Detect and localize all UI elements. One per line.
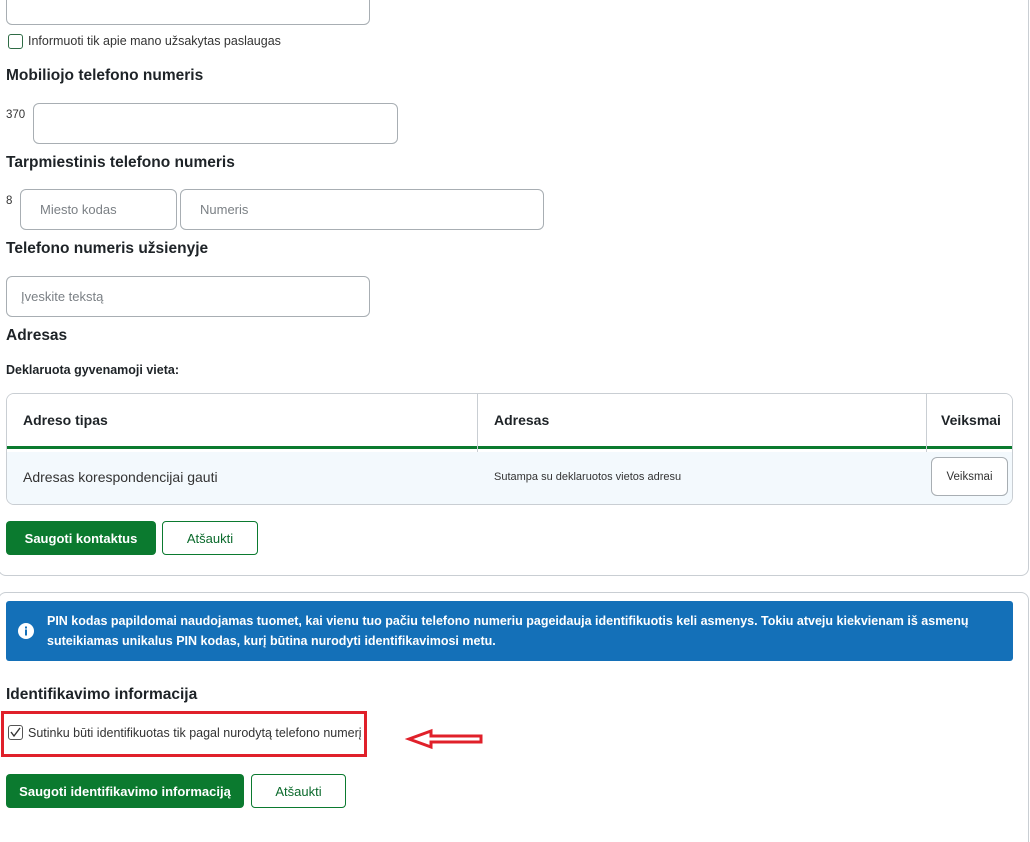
info-icon — [18, 623, 34, 639]
abroad-phone-input[interactable]: Įveskite tekstą — [6, 276, 370, 317]
checkmark-icon — [10, 727, 21, 738]
column-header-address: Adresas — [494, 412, 550, 428]
identification-consent-label: Sutinku būti identifikuotas tik pagal nu… — [28, 726, 362, 740]
declared-address-label: Deklaruota gyvenamoji vieta: — [6, 363, 179, 377]
identification-consent-checkbox[interactable] — [8, 725, 23, 740]
intercity-number-input[interactable]: Numeris — [180, 189, 544, 230]
mobile-phone-input[interactable] — [33, 103, 398, 144]
cancel-identification-button[interactable]: Atšaukti — [251, 774, 346, 808]
intercity-prefix: 8 — [6, 195, 13, 207]
notify-only-ordered-checkbox[interactable] — [8, 34, 23, 49]
save-contacts-button[interactable]: Saugoti kontaktus — [6, 521, 156, 555]
address-heading: Adresas — [6, 327, 68, 344]
city-code-input[interactable]: Miesto kodas — [20, 189, 177, 230]
mobile-phone-heading: Mobiliojo telefono numeris — [6, 67, 204, 84]
notify-only-ordered-label: Informuoti tik apie mano užsakytas pasla… — [28, 34, 281, 48]
row-actions-button[interactable]: Veiksmai — [931, 457, 1008, 496]
pin-info-alert: PIN kodas papildomai naudojamas tuomet, … — [6, 601, 1013, 661]
save-identification-button[interactable]: Saugoti identifikavimo informaciją — [6, 774, 244, 808]
abroad-phone-heading: Telefono numeris užsienyje — [6, 240, 209, 257]
intercity-phone-heading: Tarpmiestinis telefono numeris — [6, 154, 235, 171]
column-header-address-type: Adreso tipas — [23, 412, 108, 428]
mobile-prefix: 370 — [6, 109, 26, 121]
address-table: Adreso tipas Adresas Veiksmai Adresas ko… — [6, 393, 1013, 505]
row-address: Sutampa su deklaruotos vietos adresu — [494, 471, 682, 483]
row-address-type: Adresas korespondencijai gauti — [23, 469, 218, 485]
identification-heading: Identifikavimo informacija — [6, 686, 198, 703]
pin-info-text: PIN kodas papildomai naudojamas tuomet, … — [47, 614, 969, 648]
top-text-input[interactable] — [6, 0, 370, 25]
cancel-contacts-button[interactable]: Atšaukti — [162, 521, 258, 555]
annotation-arrow-icon — [405, 728, 483, 750]
column-header-actions: Veiksmai — [941, 412, 1001, 428]
